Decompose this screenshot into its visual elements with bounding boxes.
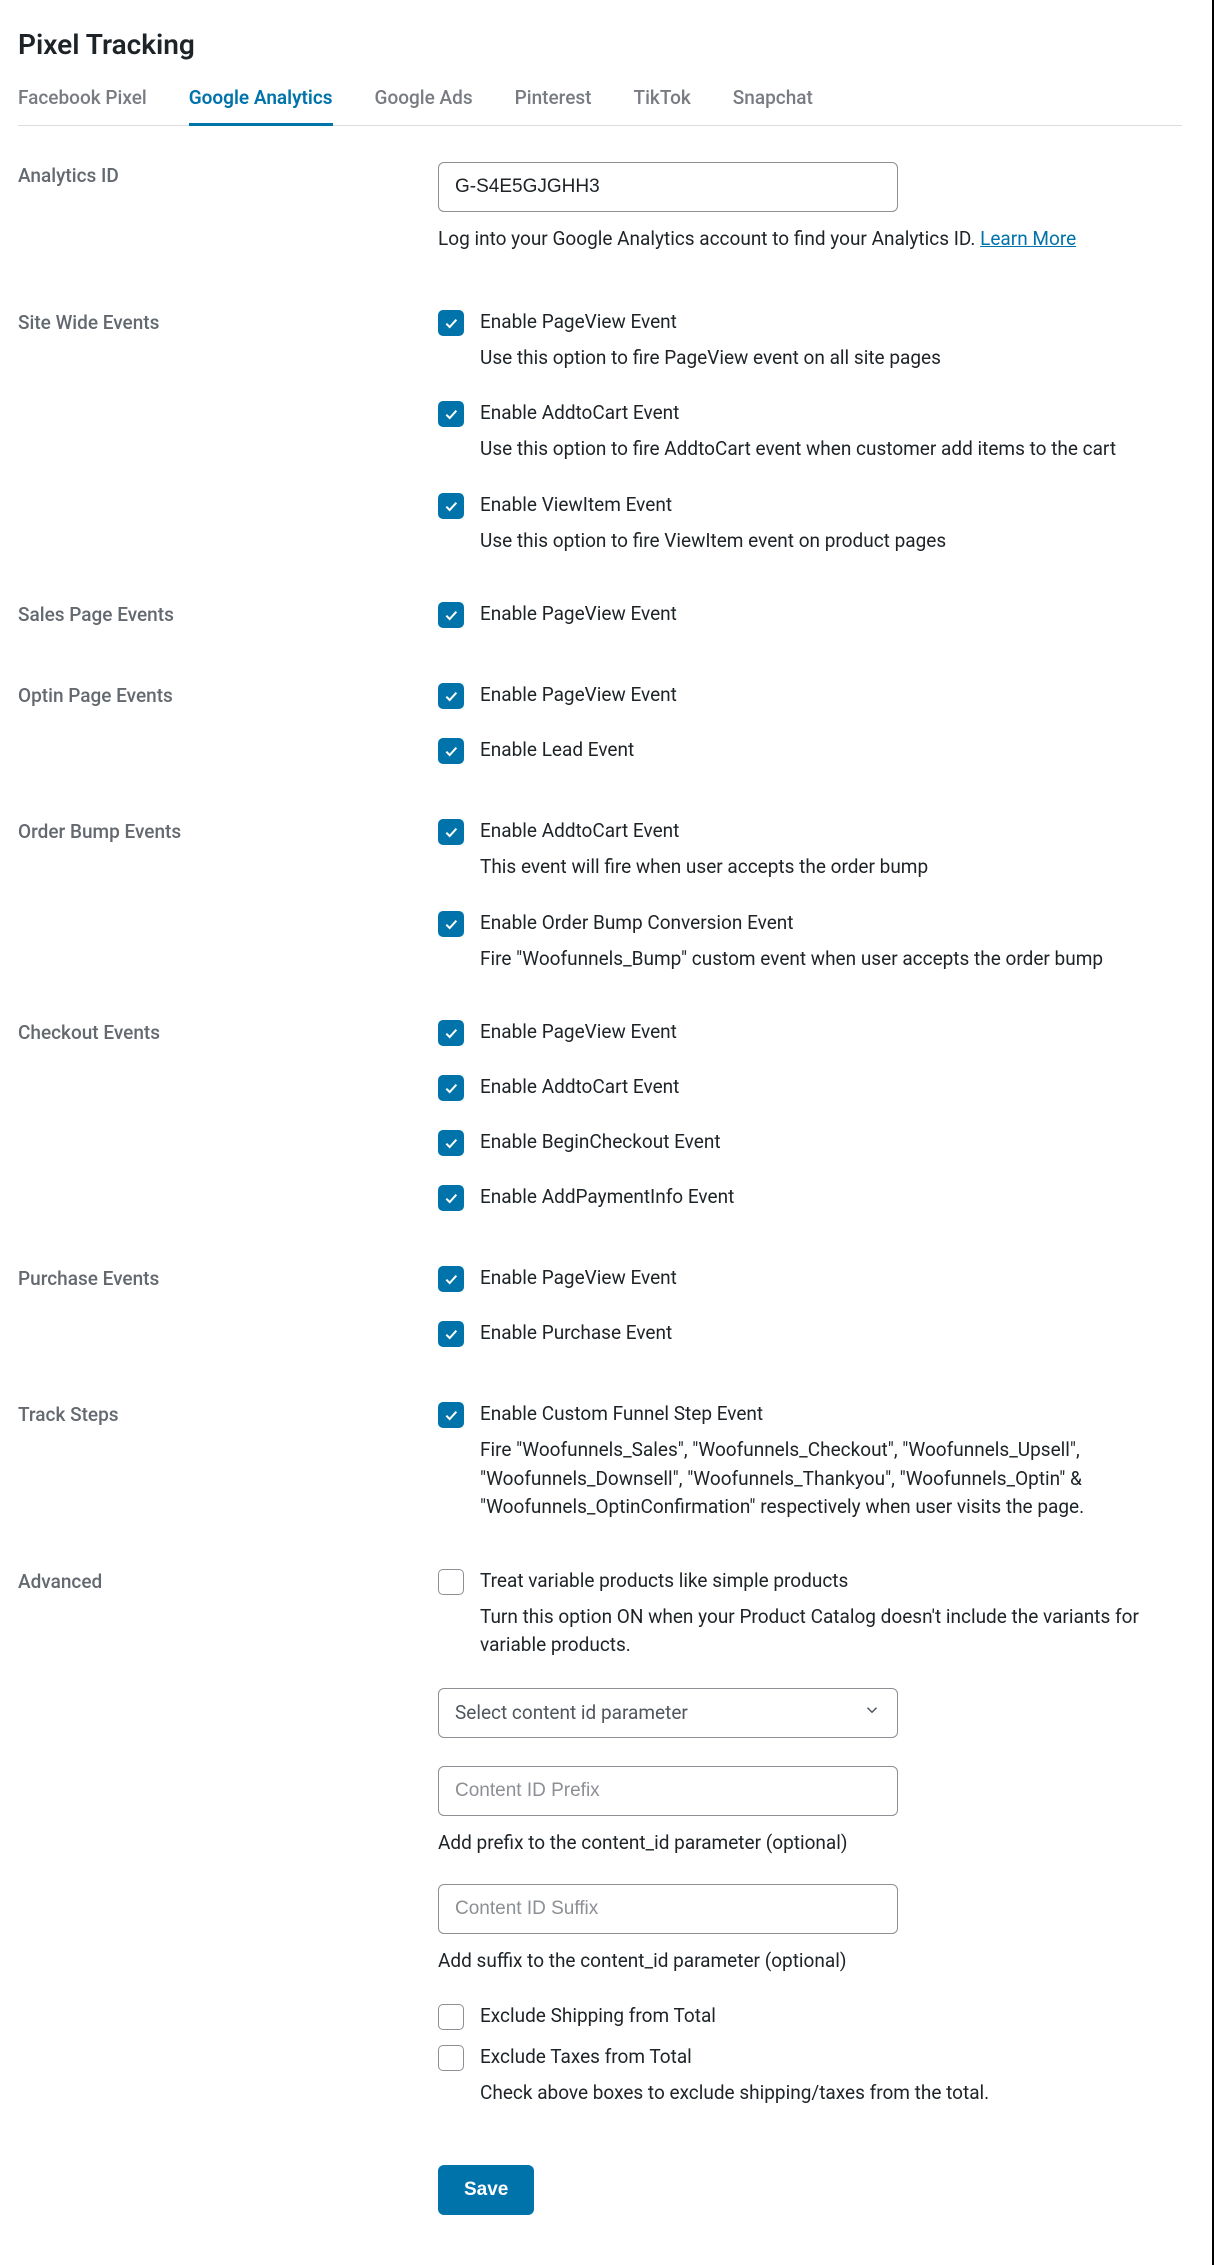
analytics-id-label: Analytics ID xyxy=(18,162,438,187)
tracksteps-item-0-checkbox[interactable] xyxy=(438,1402,464,1428)
tracksteps-item-0-desc: Fire "Woofunnels_Sales", "Woofunnels_Che… xyxy=(480,1436,1182,1522)
sitewide-item-0-checkbox[interactable] xyxy=(438,310,464,336)
sitewide-item-1-label: Enable AddtoCart Event xyxy=(480,400,679,427)
checkout-item-2-checkbox[interactable] xyxy=(438,1130,464,1156)
orderbump-item-0-label: Enable AddtoCart Event xyxy=(480,818,679,845)
checkout-item-0-label: Enable PageView Event xyxy=(480,1019,677,1046)
sales-item-0-label: Enable PageView Event xyxy=(480,601,677,628)
sitewide-item-0-desc: Use this option to fire PageView event o… xyxy=(480,344,1182,373)
save-button[interactable]: Save xyxy=(438,2165,534,2215)
variable-products-desc: Turn this option ON when your Product Ca… xyxy=(480,1603,1182,1660)
sitewide-item-1-checkbox[interactable] xyxy=(438,401,464,427)
exclude-shipping-checkbox[interactable] xyxy=(438,2004,464,2030)
exclude-shipping-label: Exclude Shipping from Total xyxy=(480,2003,716,2030)
tracksteps-item-0-label: Enable Custom Funnel Step Event xyxy=(480,1401,763,1428)
sitewide-item-0-label: Enable PageView Event xyxy=(480,309,677,336)
orderbump-item-1-checkbox[interactable] xyxy=(438,911,464,937)
purchase-section-label: Purchase Events xyxy=(18,1265,438,1290)
content-id-prefix-input[interactable] xyxy=(438,1766,898,1816)
sitewide-item-2-desc: Use this option to fire ViewItem event o… xyxy=(480,527,1182,556)
purchase-item-1-checkbox[interactable] xyxy=(438,1321,464,1347)
orderbump-item-1-label: Enable Order Bump Conversion Event xyxy=(480,910,794,937)
exclude-taxes-checkbox[interactable] xyxy=(438,2045,464,2071)
tab-facebook-pixel[interactable]: Facebook Pixel xyxy=(18,86,147,126)
checkout-item-0-checkbox[interactable] xyxy=(438,1020,464,1046)
variable-products-checkbox[interactable] xyxy=(438,1569,464,1595)
tab-pinterest[interactable]: Pinterest xyxy=(515,86,592,126)
purchase-item-0-checkbox[interactable] xyxy=(438,1266,464,1292)
page-title: Pixel Tracking xyxy=(18,28,1182,61)
tab-tiktok[interactable]: TikTok xyxy=(633,86,690,126)
chevron-down-icon xyxy=(863,1701,881,1724)
sitewide-section-label: Site Wide Events xyxy=(18,309,438,334)
analytics-id-input[interactable] xyxy=(438,162,898,212)
orderbump-item-0-desc: This event will fire when user accepts t… xyxy=(480,853,1182,882)
tab-google-analytics[interactable]: Google Analytics xyxy=(189,86,333,126)
purchase-item-0-label: Enable PageView Event xyxy=(480,1265,677,1292)
orderbump-item-0-checkbox[interactable] xyxy=(438,819,464,845)
content-id-select[interactable]: Select content id parameter xyxy=(438,1688,898,1738)
optin-item-1-checkbox[interactable] xyxy=(438,738,464,764)
analytics-id-help: Log into your Google Analytics account t… xyxy=(438,226,1182,253)
content-id-suffix-help: Add suffix to the content_id parameter (… xyxy=(438,1948,1182,1975)
advanced-label: Advanced xyxy=(18,1568,438,1593)
sitewide-item-1-desc: Use this option to fire AddtoCart event … xyxy=(480,435,1182,464)
checkout-section-label: Checkout Events xyxy=(18,1019,438,1044)
tab-google-ads[interactable]: Google Ads xyxy=(375,86,473,126)
checkout-item-3-label: Enable AddPaymentInfo Event xyxy=(480,1184,734,1211)
sales-item-0-checkbox[interactable] xyxy=(438,602,464,628)
optin-item-0-label: Enable PageView Event xyxy=(480,682,677,709)
content-id-prefix-help: Add prefix to the content_id parameter (… xyxy=(438,1830,1182,1857)
learn-more-link[interactable]: Learn More xyxy=(980,227,1076,250)
orderbump-item-1-desc: Fire "Woofunnels_Bump" custom event when… xyxy=(480,945,1182,974)
checkout-item-1-checkbox[interactable] xyxy=(438,1075,464,1101)
purchase-item-1-label: Enable Purchase Event xyxy=(480,1320,672,1347)
checkout-item-1-label: Enable AddtoCart Event xyxy=(480,1074,679,1101)
optin-item-0-checkbox[interactable] xyxy=(438,683,464,709)
sales-section-label: Sales Page Events xyxy=(18,601,438,626)
optin-section-label: Optin Page Events xyxy=(18,682,438,707)
content-id-suffix-input[interactable] xyxy=(438,1884,898,1934)
checkout-item-2-label: Enable BeginCheckout Event xyxy=(480,1129,721,1156)
tracksteps-section-label: Track Steps xyxy=(18,1401,438,1426)
exclude-taxes-desc: Check above boxes to exclude shipping/ta… xyxy=(480,2079,1182,2108)
tabs: Facebook Pixel Google Analytics Google Ads… xyxy=(18,85,1182,126)
orderbump-section-label: Order Bump Events xyxy=(18,818,438,843)
exclude-taxes-label: Exclude Taxes from Total xyxy=(480,2044,692,2071)
sitewide-item-2-checkbox[interactable] xyxy=(438,493,464,519)
optin-item-1-label: Enable Lead Event xyxy=(480,737,634,764)
variable-products-label: Treat variable products like simple prod… xyxy=(480,1568,848,1595)
sitewide-item-2-label: Enable ViewItem Event xyxy=(480,492,672,519)
tab-snapchat[interactable]: Snapchat xyxy=(733,86,813,126)
checkout-item-3-checkbox[interactable] xyxy=(438,1185,464,1211)
